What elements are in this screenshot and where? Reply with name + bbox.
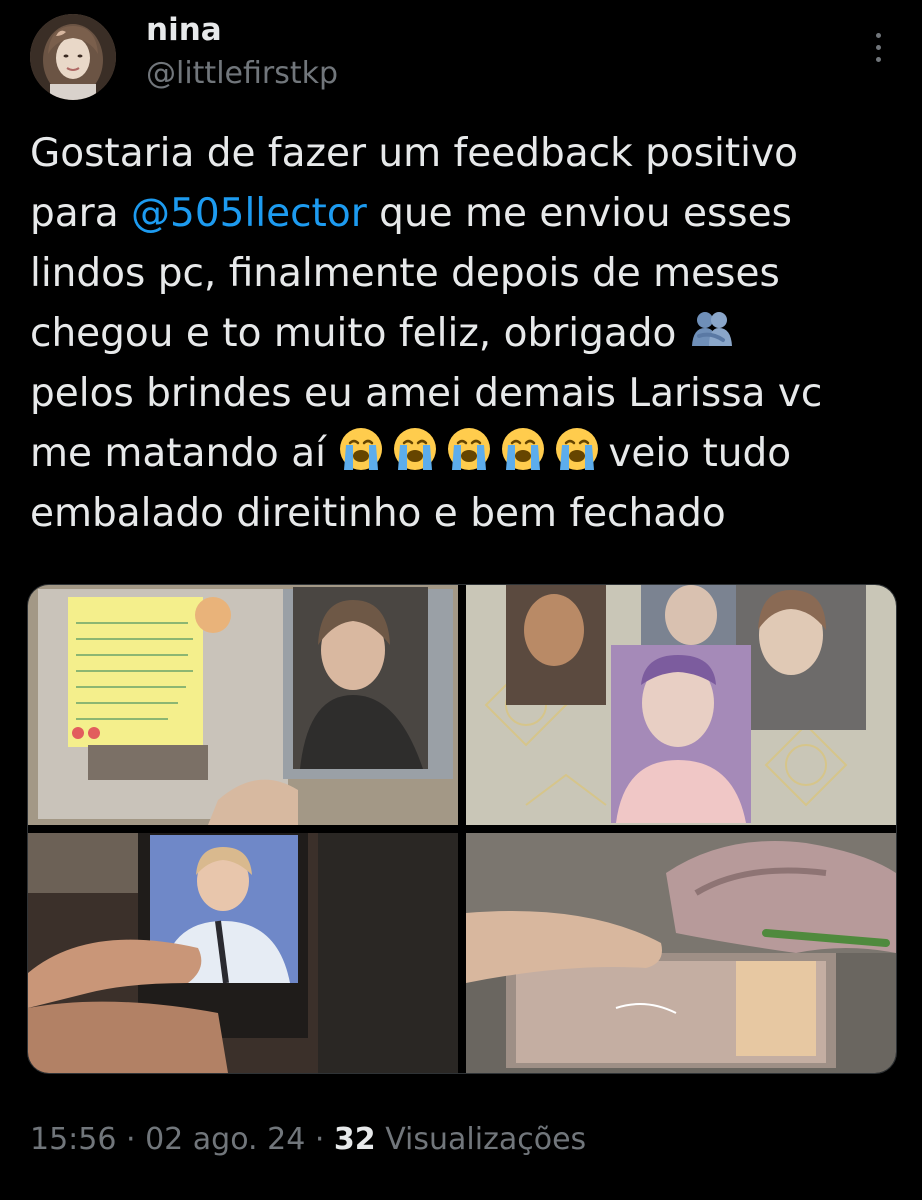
loudly-crying-face-emoji [446,426,492,472]
tweet-text-segment: que me enviou esses [366,191,792,236]
mention-link[interactable]: @505llector [131,191,367,236]
more-options-icon[interactable] [858,22,898,72]
views-label: Visualizações [375,1122,587,1157]
tweet-text-segment: para [30,191,131,236]
more-dot [875,44,881,50]
tweet-text-segment: Gostaria de fazer um feedback positivo [30,131,798,176]
author-handle[interactable]: @littlefirstkp [146,56,338,92]
avatar-photo [30,14,116,100]
tweet-text-segment: embalado direitinho e bem fechado [30,491,726,536]
tweet-date[interactable]: 02 ago. 24 [145,1122,305,1157]
author-display-name[interactable]: nina [146,12,222,48]
sealed-package-with-scissors-photo[interactable] [466,833,896,1073]
photocards-on-lace-tablecloth-photo[interactable] [466,585,896,825]
views-count: 32 [333,1122,376,1157]
people-hugging-emoji [689,306,735,352]
tweet-line: para @505llector que me enviou esses [30,184,910,244]
tweet-text-segment: pelos brindes eu amei demais Larissa vc [30,371,823,416]
photocard-with-handwritten-note-photo[interactable] [28,585,458,825]
tweet-line: Gostaria de fazer um feedback positivo [30,124,910,184]
tweet-line: embalado direitinho e bem fechado [30,484,910,544]
tweet-meta: 15:56 · 02 ago. 24 · 32 Visualizações [30,1120,586,1160]
loudly-crying-face-emoji [554,426,600,472]
tweet-line: me matando aí veio tudo [30,424,910,484]
tweet-time[interactable]: 15:56 [30,1122,116,1157]
more-dot [875,56,881,62]
tweet: nina @littlefirstkp Gostaria de fazer um… [0,0,922,1200]
tweet-text: Gostaria de fazer um feedback positivo p… [30,124,910,544]
tweet-text-segment: veio tudo [608,431,792,476]
loudly-crying-face-emoji [338,426,384,472]
tweet-text-segment: me matando aí [30,431,339,476]
more-dot [875,32,881,38]
tweet-line: lindos pc, finalmente depois de meses [30,244,910,304]
media-grid [27,584,897,1074]
tweet-text-segment: chegou e to muito feliz, obrigado [30,311,677,356]
tweet-line: pelos brindes eu amei demais Larissa vc [30,364,910,424]
meta-separator: · [116,1122,146,1157]
photocard-in-hand-photo[interactable] [28,833,458,1073]
tweet-line: chegou e to muito feliz, obrigado [30,304,910,364]
loudly-crying-face-emoji [392,426,438,472]
tweet-text-segment: lindos pc, finalmente depois de meses [30,251,780,296]
author-avatar[interactable] [30,14,116,100]
loudly-crying-face-emoji [500,426,546,472]
meta-separator: · [305,1122,334,1157]
